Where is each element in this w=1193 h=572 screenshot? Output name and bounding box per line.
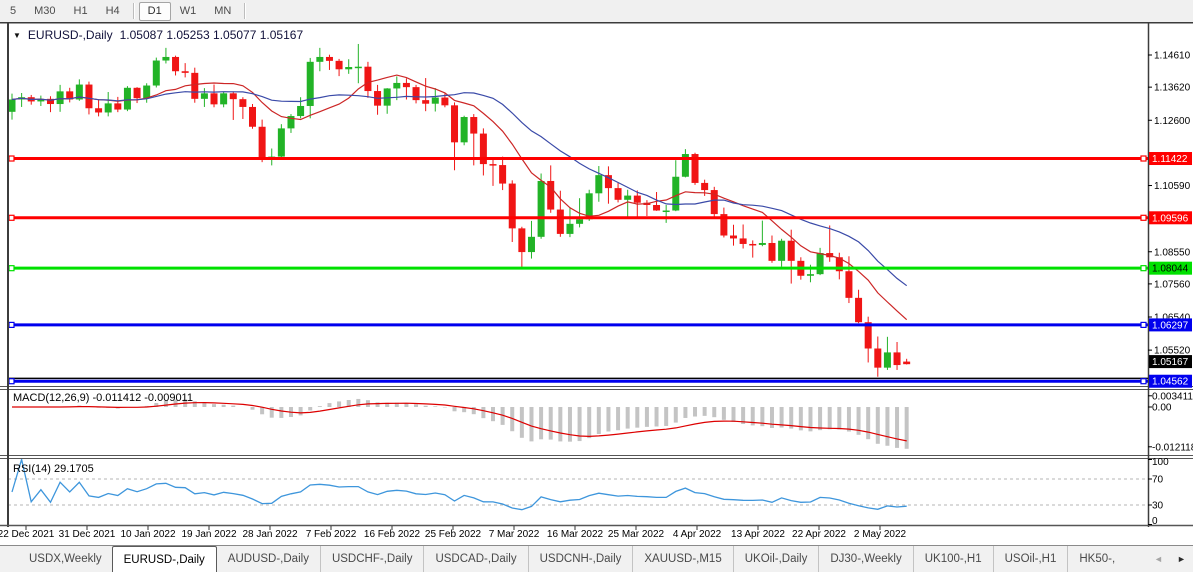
timeframe-button-mn[interactable]: MN bbox=[205, 2, 240, 21]
price-tick-label: 1.12600 bbox=[1154, 116, 1191, 127]
tab-scroll-left-icon[interactable]: ◄ bbox=[1154, 554, 1163, 564]
price-tick-label: 1.10590 bbox=[1154, 181, 1191, 192]
timeframe-button-5[interactable]: 5 bbox=[1, 2, 25, 21]
tab-uk100h1[interactable]: UK100-,H1 bbox=[913, 546, 993, 572]
date-label: 22 Apr 2022 bbox=[792, 529, 846, 540]
date-label: 10 Jan 2022 bbox=[120, 529, 175, 540]
hline-handle bbox=[9, 266, 14, 271]
macd-indicator-label: MACD(12,26,9) -0.011412 -0.009011 bbox=[13, 392, 193, 404]
price-badge-1.11422-label: 1.11422 bbox=[1152, 154, 1188, 165]
price-tick-label: 1.13620 bbox=[1154, 83, 1191, 94]
tab-usdcnhdaily[interactable]: USDCNH-,Daily bbox=[528, 546, 633, 572]
price-tick-label: 1.05520 bbox=[1154, 346, 1191, 357]
tab-dj30weekly[interactable]: DJ30-,Weekly bbox=[818, 546, 912, 572]
date-label: 16 Feb 2022 bbox=[364, 529, 421, 540]
timeframe-toolbar: 5M30H1H4 D1W1MN bbox=[0, 0, 1193, 22]
tab-scroll-buttons: ◄ ► bbox=[1147, 546, 1193, 572]
hline-handle bbox=[9, 322, 14, 327]
hline-handle bbox=[1141, 322, 1146, 327]
timeframe-button-h4[interactable]: H4 bbox=[97, 2, 129, 21]
timeframe-button-m30[interactable]: M30 bbox=[25, 2, 64, 21]
rsi-axis-label: 30 bbox=[1152, 501, 1164, 512]
current-price-badge-label: 1.05167 bbox=[1152, 357, 1189, 368]
date-label: 22 Dec 2021 bbox=[0, 529, 55, 540]
macd-axis-label: -0.012118 bbox=[1152, 442, 1193, 453]
macd-axis-label: 0.00 bbox=[1152, 403, 1172, 414]
price-badge-1.09596-label: 1.09596 bbox=[1152, 213, 1189, 224]
price-badge-1.08044-label: 1.08044 bbox=[1152, 264, 1189, 275]
date-label: 28 Jan 2022 bbox=[242, 529, 297, 540]
timeframe-button-h1[interactable]: H1 bbox=[65, 2, 97, 21]
chart-title: ▼ EURUSD-,Daily 1.05087 1.05253 1.05077 … bbox=[13, 28, 303, 42]
toolbar-separator bbox=[244, 3, 246, 19]
price-tick-label: 1.14610 bbox=[1154, 51, 1191, 62]
price-badge-1.06297-label: 1.06297 bbox=[1152, 320, 1189, 331]
date-label: 25 Feb 2022 bbox=[425, 529, 482, 540]
hline-handle bbox=[1141, 379, 1146, 384]
tab-usoilh1[interactable]: USOil-,H1 bbox=[993, 546, 1068, 572]
tab-eurusddaily[interactable]: EURUSD-,Daily bbox=[112, 546, 217, 572]
hline-handle bbox=[9, 379, 14, 384]
chart-background bbox=[0, 22, 1193, 545]
mt4-window: 5M30H1H4 D1W1MN 1.14610 1.13620 1.12600 1.10… bbox=[0, 0, 1193, 572]
date-label: 25 Mar 2022 bbox=[608, 529, 665, 540]
rsi-axis-label: 100 bbox=[1152, 457, 1169, 468]
rsi-axis-label: 70 bbox=[1152, 475, 1164, 486]
date-label: 2 May 2022 bbox=[854, 529, 907, 540]
price-tick-label: 1.07560 bbox=[1154, 279, 1191, 290]
tab-usdcaddaily[interactable]: USDCAD-,Daily bbox=[423, 546, 527, 572]
chart-ohlc-values: 1.05087 1.05253 1.05077 1.05167 bbox=[120, 28, 304, 42]
chart-menu-arrow-icon[interactable]: ▼ bbox=[13, 31, 21, 40]
date-label: 31 Dec 2021 bbox=[59, 529, 116, 540]
date-label: 19 Jan 2022 bbox=[181, 529, 236, 540]
macd-axis-label: 0.003411 bbox=[1152, 391, 1193, 402]
tab-hk50[interactable]: HK50-, bbox=[1067, 546, 1126, 572]
tab-usdxweekly[interactable]: USDX,Weekly bbox=[18, 546, 113, 572]
date-label: 4 Apr 2022 bbox=[673, 529, 722, 540]
chart-canvas[interactable]: 1.14610 1.13620 1.12600 1.10590 1.08550 1.075… bbox=[0, 22, 1193, 545]
hline-handle bbox=[1141, 215, 1146, 220]
date-label: 7 Mar 2022 bbox=[489, 529, 540, 540]
tab-audusddaily[interactable]: AUDUSD-,Daily bbox=[217, 546, 320, 572]
price-tick-label: 1.08550 bbox=[1154, 247, 1191, 258]
date-axis[interactable]: 22 Dec 2021 31 Dec 2021 10 Jan 2022 19 Jan … bbox=[0, 526, 907, 540]
tab-scroll-right-icon[interactable]: ► bbox=[1177, 554, 1186, 564]
date-label: 16 Mar 2022 bbox=[547, 529, 604, 540]
toolbar-separator bbox=[133, 3, 135, 19]
chart-symbol-label: EURUSD-,Daily bbox=[28, 28, 113, 42]
date-label: 13 Apr 2022 bbox=[731, 529, 785, 540]
rsi-indicator-label: RSI(14) 29.1705 bbox=[13, 463, 94, 475]
hline-handle bbox=[1141, 156, 1146, 161]
hline-handle bbox=[1141, 266, 1146, 271]
rsi-axis-label: 0 bbox=[1152, 516, 1158, 527]
tab-ukoildaily[interactable]: UKOil-,Daily bbox=[733, 546, 819, 572]
chart-area: 1.14610 1.13620 1.12600 1.10590 1.08550 1.075… bbox=[0, 22, 1193, 545]
tab-xauusdm15[interactable]: XAUUSD-,M15 bbox=[632, 546, 732, 572]
hline-handle bbox=[9, 156, 14, 161]
price-badge-1.04562-label: 1.04562 bbox=[1152, 377, 1189, 388]
timeframe-button-d1[interactable]: D1 bbox=[139, 2, 171, 21]
timeframe-button-w1[interactable]: W1 bbox=[171, 2, 206, 21]
tab-usdchfdaily[interactable]: USDCHF-,Daily bbox=[320, 546, 424, 572]
date-label: 7 Feb 2022 bbox=[306, 529, 357, 540]
hline-handle bbox=[9, 215, 14, 220]
chart-tab-bar: USDX,WeeklyEURUSD-,DailyAUDUSD-,DailyUSD… bbox=[0, 545, 1193, 572]
